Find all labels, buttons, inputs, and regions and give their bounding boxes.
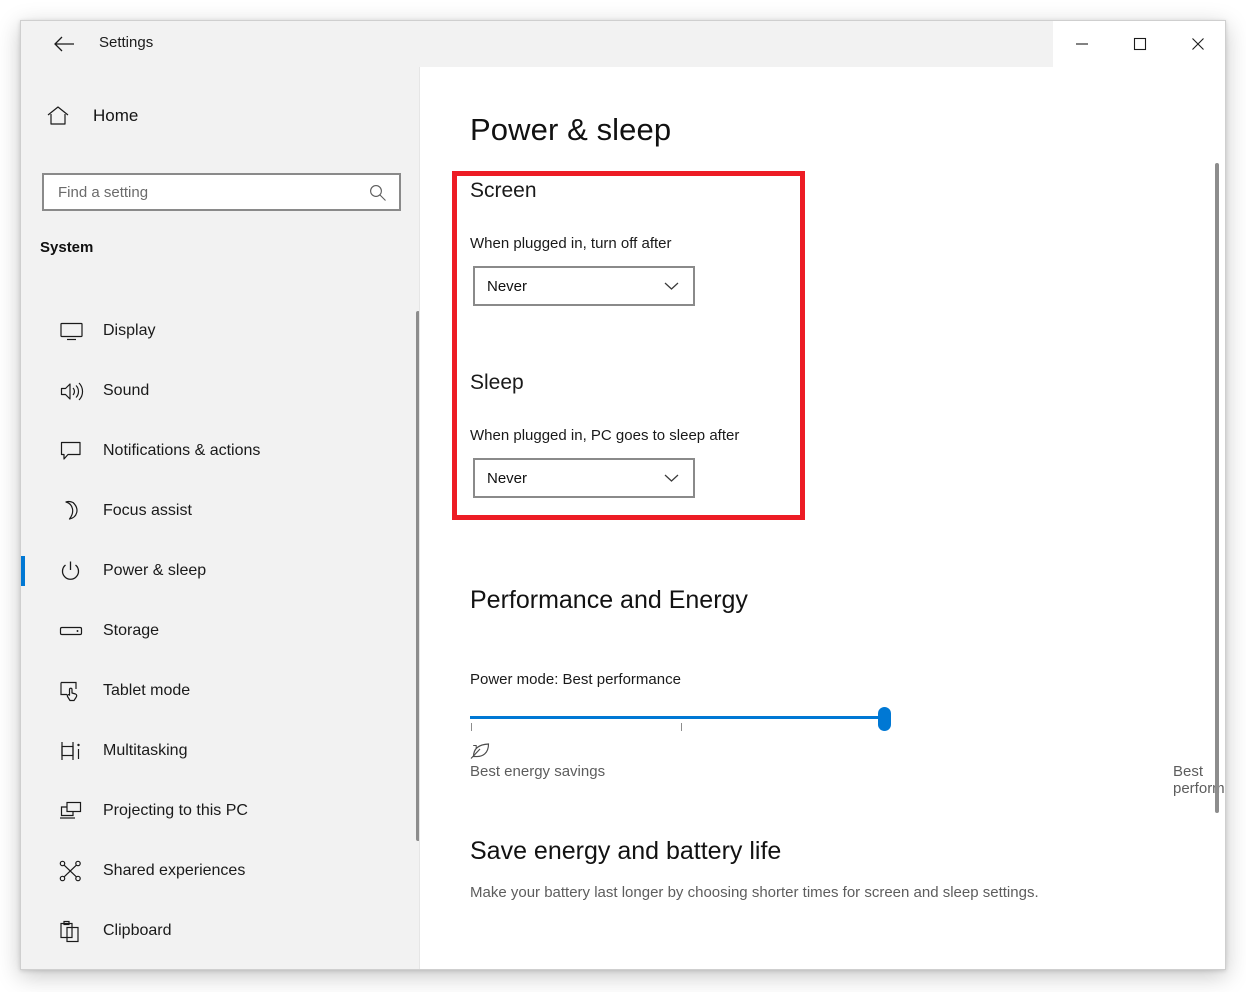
screen-root: Settings Home Find a setting System Disp… xyxy=(0,0,1246,992)
selection-accent xyxy=(21,916,25,946)
settings-window: Settings Home Find a setting System Disp… xyxy=(20,20,1226,970)
multitasking-icon xyxy=(59,740,87,762)
selection-accent xyxy=(21,436,25,466)
sidebar-item-shared-experiences[interactable]: Shared experiences xyxy=(21,841,419,901)
share-nodes-icon xyxy=(59,860,87,882)
selection-accent xyxy=(21,376,25,406)
search-input[interactable]: Find a setting xyxy=(42,173,401,211)
home-icon xyxy=(43,105,73,127)
sidebar-item-multitasking[interactable]: Multitasking xyxy=(21,721,419,781)
page-title: Power & sleep xyxy=(470,112,672,147)
selection-accent xyxy=(21,616,25,646)
sidebar-item-label: Focus assist xyxy=(103,502,192,519)
chevron-down-icon xyxy=(664,473,679,483)
slider-tick-min xyxy=(471,723,472,731)
projecting-icon xyxy=(59,800,87,822)
sidebar-item-sound[interactable]: Sound xyxy=(21,361,419,421)
sidebar-item-focus-assist[interactable]: Focus assist xyxy=(21,481,419,541)
sidebar-item-remote-desktop[interactable]: Remote Desktop xyxy=(21,961,419,969)
window-controls xyxy=(1053,21,1225,67)
sidebar-item-label: Storage xyxy=(103,622,160,639)
sidebar-item-label: Projecting to this PC xyxy=(103,802,248,819)
screen-timeout-label: When plugged in, turn off after xyxy=(470,235,672,252)
search-placeholder: Find a setting xyxy=(58,183,149,201)
sleep-section-heading: Sleep xyxy=(470,371,524,394)
tablet-touch-icon xyxy=(59,680,87,703)
main-content: Power & sleep Screen When plugged in, tu… xyxy=(420,67,1225,969)
slider-tick-mid xyxy=(681,723,682,731)
sidebar-item-label: Multitasking xyxy=(103,742,188,759)
power-mode-label: Power mode: Best performance xyxy=(470,671,681,688)
performance-section-heading: Performance and Energy xyxy=(470,586,748,614)
chevron-down-icon xyxy=(664,281,679,291)
save-energy-heading: Save energy and battery life xyxy=(470,837,782,865)
sidebar-item-clipboard[interactable]: Clipboard xyxy=(21,901,419,961)
save-energy-description: Make your battery last longer by choosin… xyxy=(470,884,1039,901)
sidebar-item-display[interactable]: Display xyxy=(21,301,419,361)
selection-accent xyxy=(21,496,25,526)
sidebar-item-label: Display xyxy=(103,322,156,339)
sidebar-nav-list: Display Sound Notifications & actions Fo… xyxy=(21,301,419,969)
selection-accent xyxy=(21,316,25,346)
screen-section-heading: Screen xyxy=(470,179,537,202)
back-arrow-icon xyxy=(54,36,74,52)
maximize-button[interactable] xyxy=(1111,21,1169,67)
slider-caption-left: Best energy savings xyxy=(470,763,606,780)
search-icon[interactable] xyxy=(368,183,387,202)
sleep-timeout-dropdown[interactable]: Never xyxy=(473,458,695,498)
drive-icon xyxy=(59,623,87,639)
sleep-timeout-value: Never xyxy=(487,469,528,487)
close-button[interactable] xyxy=(1169,21,1225,67)
sidebar-item-label: Notifications & actions xyxy=(103,442,261,459)
back-button[interactable] xyxy=(43,27,85,61)
moon-icon xyxy=(59,500,87,522)
selection-accent xyxy=(21,796,25,826)
slider-track xyxy=(470,716,890,719)
sidebar-item-label: Power & sleep xyxy=(103,562,207,579)
sidebar-home-label: Home xyxy=(93,106,139,125)
sidebar-item-label: Clipboard xyxy=(103,922,172,939)
sidebar-group-title: System xyxy=(40,239,94,256)
chat-bubble-icon xyxy=(59,440,87,462)
sidebar-item-notifications-actions[interactable]: Notifications & actions xyxy=(21,421,419,481)
minimize-button[interactable] xyxy=(1053,21,1111,67)
power-mode-slider[interactable] xyxy=(470,707,894,737)
sleep-timeout-label: When plugged in, PC goes to sleep after xyxy=(470,427,740,444)
clipboard-icon xyxy=(59,920,87,943)
app-title: Settings xyxy=(99,34,154,51)
sidebar: Home Find a setting System Display Sound… xyxy=(21,67,419,969)
power-icon xyxy=(59,560,87,583)
selection-accent xyxy=(21,676,25,706)
speaker-icon xyxy=(59,381,87,402)
sidebar-item-projecting-to-this-pc[interactable]: Projecting to this PC xyxy=(21,781,419,841)
screen-timeout-value: Never xyxy=(487,277,528,295)
title-bar: Settings xyxy=(21,21,1225,67)
selection-accent xyxy=(21,736,25,766)
sidebar-item-storage[interactable]: Storage xyxy=(21,601,419,661)
selection-accent xyxy=(21,856,25,886)
minimize-icon xyxy=(1076,43,1088,45)
sidebar-item-label: Sound xyxy=(103,382,150,399)
sidebar-item-label: Shared experiences xyxy=(103,862,246,879)
sidebar-item-power-sleep[interactable]: Power & sleep xyxy=(21,541,419,601)
close-icon xyxy=(1192,38,1204,50)
sidebar-item-tablet-mode[interactable]: Tablet mode xyxy=(21,661,419,721)
leaf-icon xyxy=(470,740,492,765)
monitor-icon xyxy=(59,321,87,342)
screen-timeout-dropdown[interactable]: Never xyxy=(473,266,695,306)
maximize-icon xyxy=(1133,37,1147,51)
sidebar-item-label: Tablet mode xyxy=(103,682,191,699)
sidebar-item-home[interactable]: Home xyxy=(21,94,419,138)
selection-accent xyxy=(21,556,25,586)
slider-thumb[interactable] xyxy=(878,707,891,731)
main-scrollbar[interactable] xyxy=(1215,163,1219,813)
